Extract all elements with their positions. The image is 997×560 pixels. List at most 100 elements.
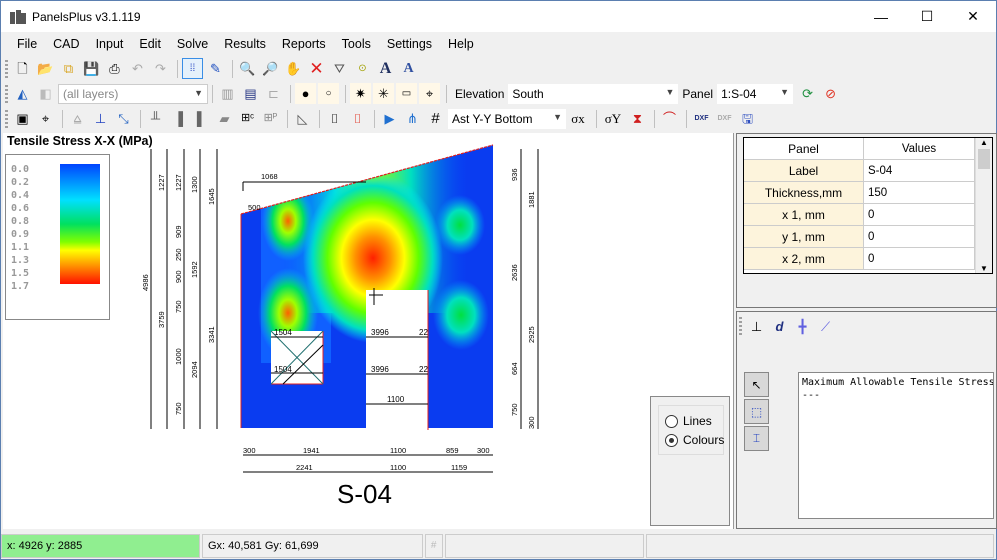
- message-box[interactable]: Maximum Allowable Tensile Stress ---: [798, 372, 994, 519]
- diagonal-dimension-icon[interactable]: ⤡: [113, 108, 134, 129]
- moment-icon[interactable]: ⧗: [627, 108, 648, 129]
- bracket-red-icon[interactable]: ⌷: [347, 108, 368, 129]
- bracket-black-icon[interactable]: ⌷: [324, 108, 345, 129]
- toolbar-grip[interactable]: [739, 317, 742, 335]
- panel-delete-icon[interactable]: ⊘: [820, 83, 841, 104]
- angle-snap-icon[interactable]: ⟋: [815, 316, 836, 337]
- open-folder-icon[interactable]: 📂: [35, 58, 56, 79]
- grid-snap-icon[interactable]: ╋: [792, 316, 813, 337]
- hash-grid-icon[interactable]: #: [425, 108, 446, 129]
- save-icon[interactable]: 💾: [81, 58, 102, 79]
- slab-icon[interactable]: ▰: [214, 108, 235, 129]
- refresh-panel-icon[interactable]: ⟳: [797, 83, 818, 104]
- save-multi-icon[interactable]: 🖫: [737, 108, 758, 129]
- redo-icon[interactable]: ↷: [150, 58, 171, 79]
- copy-files-icon[interactable]: ⧉: [58, 58, 79, 79]
- property-value[interactable]: 0: [864, 248, 975, 269]
- menu-reports[interactable]: Reports: [274, 37, 334, 51]
- text-large-icon[interactable]: A: [375, 58, 396, 79]
- radio-lines[interactable]: Lines: [665, 414, 712, 428]
- maximize-button[interactable]: ☐: [904, 1, 950, 32]
- rebar-icon[interactable]: ⋔: [402, 108, 423, 129]
- menu-settings[interactable]: Settings: [379, 37, 440, 51]
- menu-file[interactable]: File: [9, 37, 45, 51]
- menu-tools[interactable]: Tools: [334, 37, 379, 51]
- sigma-x-button[interactable]: σx: [566, 108, 590, 129]
- close-button[interactable]: ✕: [950, 1, 996, 32]
- text-small-icon[interactable]: A: [398, 58, 419, 79]
- orthogonal-icon[interactable]: ⊥: [746, 316, 767, 337]
- scroll-thumb[interactable]: [978, 149, 990, 169]
- grid-row: y 1, mm 0: [744, 226, 992, 248]
- property-value[interactable]: 150: [864, 182, 975, 203]
- select-arrow-button[interactable]: ↖: [744, 372, 769, 397]
- pan-hand-icon[interactable]: ✋: [283, 58, 304, 79]
- dimension-gray-icon: ⩠: [73, 111, 82, 126]
- toolbar-results: ▣ ⌖ ⩠ ⊥ ⤡ ╨ ▐ ▌ ▰ ⊞ᶜ ⊞ᴾ ◺ ⌷ ⌷ ▶ ⋔ # Ast …: [1, 106, 760, 131]
- zoom-extents-icon[interactable]: 🔎: [260, 58, 281, 79]
- panel-view-icon[interactable]: ▣: [12, 108, 33, 129]
- dimension-icon[interactable]: ⊥: [90, 108, 111, 129]
- chevron-down-icon: ▼: [553, 111, 562, 122]
- play-icon[interactable]: ▶: [379, 108, 400, 129]
- new-file-icon[interactable]: 🗋: [12, 58, 33, 79]
- brace-right-icon[interactable]: ▌: [191, 108, 212, 129]
- delete-x-icon[interactable]: ✕: [306, 58, 327, 79]
- print-icon[interactable]: ⎙: [104, 58, 125, 79]
- property-value[interactable]: 0: [864, 226, 975, 247]
- undo-icon[interactable]: ↶: [127, 58, 148, 79]
- menu-edit[interactable]: Edit: [131, 37, 169, 51]
- radio-colours[interactable]: Colours: [665, 433, 724, 447]
- property-value[interactable]: 0: [864, 204, 975, 225]
- menu-input[interactable]: Input: [88, 37, 132, 51]
- hollow-node-icon[interactable]: ○: [318, 83, 339, 104]
- separator: [686, 109, 687, 128]
- toolbar-grip[interactable]: [5, 59, 8, 78]
- minimize-button[interactable]: —: [858, 1, 904, 32]
- radio-circle-selected[interactable]: [665, 433, 678, 447]
- dxf-multi-export-icon: DXF: [717, 115, 732, 122]
- panel-dropdown[interactable]: 1:S-04 ▼: [717, 83, 794, 104]
- toolbar-grip[interactable]: [5, 84, 8, 103]
- scroll-down-icon[interactable]: ▼: [976, 264, 992, 273]
- grid-row: Thickness,mm 150: [744, 182, 992, 204]
- target-icon[interactable]: ⌖: [35, 108, 56, 129]
- menu-results[interactable]: Results: [216, 37, 274, 51]
- elevation-dropdown[interactable]: South ▼: [508, 83, 679, 104]
- grid-c-icon[interactable]: ⊞ᶜ: [237, 108, 258, 129]
- rectangle-icon[interactable]: ▭: [396, 83, 417, 104]
- filter-icon[interactable]: ⛛: [329, 58, 350, 79]
- menu-cad[interactable]: CAD: [45, 37, 87, 51]
- deflection-icon[interactable]: ⌒: [659, 108, 680, 129]
- span-select-button[interactable]: ⌶: [744, 426, 769, 451]
- star-node-icon[interactable]: ✷: [350, 83, 371, 104]
- scroll-up-icon[interactable]: ▲: [976, 138, 992, 147]
- star-hollow-icon[interactable]: ✳: [373, 83, 394, 104]
- snap-point-icon[interactable]: ⊙: [352, 58, 373, 79]
- separator: [232, 59, 233, 78]
- zoom-window-icon[interactable]: 🔍: [237, 58, 258, 79]
- brace-icon[interactable]: ▐: [168, 108, 189, 129]
- select-box-button[interactable]: ⬚: [744, 399, 769, 424]
- triangle-ruler-icon[interactable]: ◭: [12, 83, 33, 104]
- crosshair-icon[interactable]: ⌖: [419, 83, 440, 104]
- slope-icon[interactable]: ◺: [292, 108, 313, 129]
- filled-node-icon[interactable]: ●: [295, 83, 316, 104]
- menu-help[interactable]: Help: [440, 37, 482, 51]
- property-value[interactable]: S-04: [864, 160, 975, 181]
- result-type-dropdown[interactable]: Ast Y-Y Bottom ▼: [448, 108, 566, 129]
- sigma-y-button[interactable]: σY: [601, 108, 625, 129]
- panel-opening-icon[interactable]: ▤: [240, 83, 261, 104]
- grid-dots-icon[interactable]: ⁞⁞: [182, 58, 203, 79]
- distance-measure-icon[interactable]: d: [769, 316, 790, 337]
- header-values: Values: [864, 138, 975, 159]
- pen-line-icon[interactable]: ✎: [205, 58, 226, 79]
- grid-scrollbar[interactable]: ▲ ▼: [975, 138, 992, 273]
- drawing-canvas[interactable]: Tensile Stress X-X (MPa) 0.0 0.2 0.4 0.6…: [3, 133, 734, 529]
- radio-circle[interactable]: [665, 414, 678, 428]
- toolbar-grip[interactable]: [5, 109, 8, 128]
- connector-icon[interactable]: ╨: [145, 108, 166, 129]
- layers-dropdown[interactable]: (all layers) ▼: [58, 83, 208, 104]
- dxf-export-icon[interactable]: DXF: [691, 108, 712, 129]
- menu-solve[interactable]: Solve: [169, 37, 216, 51]
